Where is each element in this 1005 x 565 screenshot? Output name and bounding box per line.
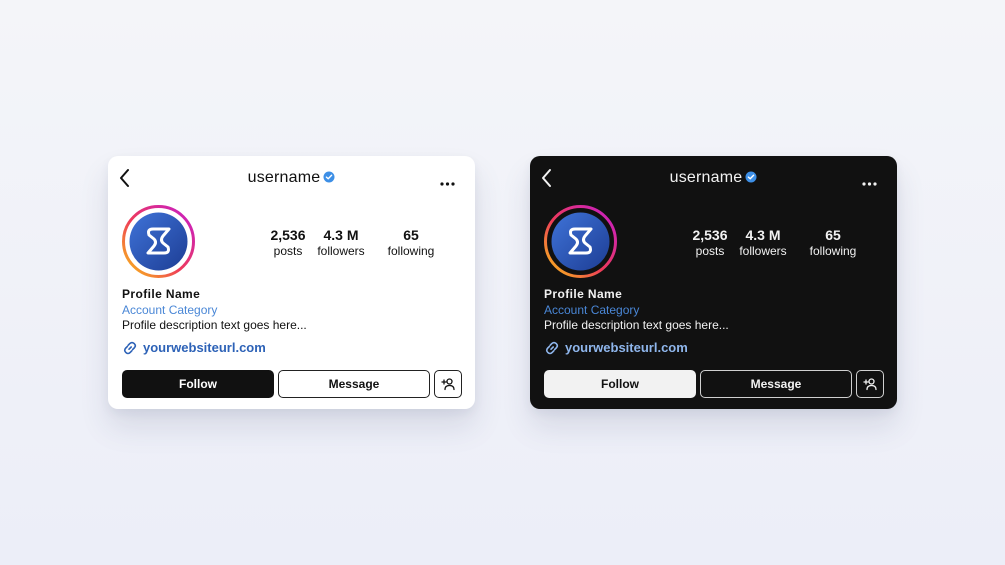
username-title: username — [108, 168, 475, 189]
more-horizontal-icon[interactable] — [862, 174, 877, 186]
stat-label: following — [809, 244, 857, 258]
stat-value: 65 — [825, 227, 841, 243]
link-icon — [544, 340, 560, 356]
stat-label: following — [387, 244, 435, 258]
account-category: Account Category — [544, 303, 640, 317]
website-url[interactable]: yourwebsiteurl.com — [143, 340, 266, 356]
profile-info: Profile Name Account Category Profile de… — [544, 287, 729, 333]
profile-info: Profile Name Account Category Profile de… — [122, 287, 307, 333]
website-url[interactable]: yourwebsiteurl.com — [565, 340, 688, 356]
account-category: Account Category — [122, 303, 218, 317]
add-user-button[interactable] — [434, 370, 462, 398]
link-icon — [122, 340, 138, 356]
stat-following[interactable]: 65 following — [798, 228, 868, 258]
message-button[interactable]: Message — [278, 370, 430, 398]
username-title: username — [530, 168, 897, 189]
profile-header: username — [108, 168, 475, 188]
add-user-icon — [435, 377, 461, 391]
stat-value: 4.3 M — [323, 227, 359, 243]
add-user-icon — [857, 377, 883, 391]
stat-following[interactable]: 65 following — [376, 228, 446, 258]
more-horizontal-icon[interactable] — [440, 174, 455, 186]
profile-card-dark: username 2,536 posts 4.3 M followers 65 … — [530, 156, 897, 409]
profile-name: Profile Name — [544, 287, 623, 301]
add-user-button[interactable] — [856, 370, 884, 398]
profile-header: username — [530, 168, 897, 188]
stat-value: 65 — [403, 227, 419, 243]
verified-badge-icon — [745, 169, 757, 189]
username-text: username — [669, 169, 743, 186]
username-text: username — [247, 169, 321, 186]
stat-label: followers — [739, 244, 787, 258]
profile-description: Profile description text goes here... — [544, 318, 729, 332]
profile-name: Profile Name — [122, 287, 201, 301]
follow-button[interactable]: Follow — [544, 370, 696, 398]
stat-label: followers — [317, 244, 365, 258]
website-link[interactable]: yourwebsiteurl.com — [122, 340, 266, 356]
avatar[interactable] — [544, 205, 617, 278]
stat-value: 4.3 M — [745, 227, 781, 243]
message-button[interactable]: Message — [700, 370, 852, 398]
website-link[interactable]: yourwebsiteurl.com — [544, 340, 688, 356]
stat-followers[interactable]: 4.3 M followers — [306, 228, 376, 258]
profile-description: Profile description text goes here... — [122, 318, 307, 332]
avatar[interactable] — [122, 205, 195, 278]
follow-button[interactable]: Follow — [122, 370, 274, 398]
stat-followers[interactable]: 4.3 M followers — [728, 228, 798, 258]
profile-card-light: username 2,536 posts 4.3 M followers 65 … — [108, 156, 475, 409]
verified-badge-icon — [323, 169, 335, 189]
